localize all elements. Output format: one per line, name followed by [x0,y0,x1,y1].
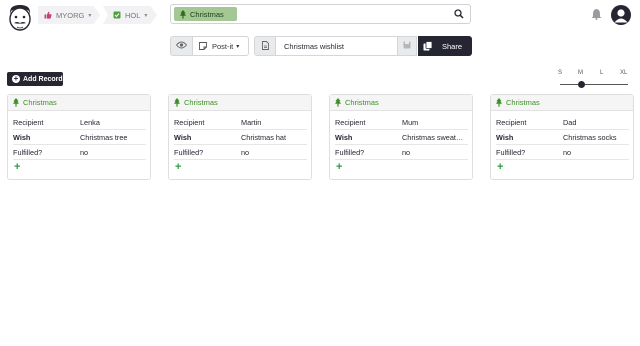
save-icon [403,41,411,51]
size-option-l[interactable]: L [600,70,603,76]
add-record-label: Add Record [23,75,63,83]
share-label: Share [442,41,463,51]
add-record-button[interactable]: + Add Record [7,72,63,86]
tree-icon [496,98,502,107]
size-slider-thumb[interactable] [578,81,585,88]
field-row: Fulfilled? no [174,145,307,160]
size-slider-track[interactable] [560,84,628,85]
size-option-m[interactable]: M [578,70,583,76]
tree-icon [13,98,19,107]
field-label: Wish [13,132,31,142]
field-label: Recipient [335,117,366,127]
field-row: Fulfilled? no [496,145,629,160]
logo[interactable] [5,2,35,34]
search-icon[interactable] [454,9,464,21]
postit-icon [199,42,207,50]
widget-type-select[interactable]: Post-it ▾ [193,36,249,56]
eye-icon [175,41,188,51]
breadcrumb-org[interactable]: MYORG ▾ [38,6,100,24]
field-row: Fulfilled? no [13,145,146,160]
plus-icon[interactable]: + [497,162,503,173]
field-row: Recipient Dad [496,115,629,130]
widget-type-label: Post-it [212,41,234,51]
field-row: Wish Christmas tree [13,130,146,145]
field-label: Fulfilled? [174,147,204,157]
field-label: Recipient [174,117,205,127]
check-doc-icon [113,11,121,19]
record-card[interactable]: Christmas Recipient Dad Wish Christmas soc… [490,94,634,180]
field-label: Wish [174,132,192,142]
share-button[interactable]: Share [418,36,472,56]
user-icon [614,9,628,23]
field-value[interactable]: no [402,148,410,157]
field-value[interactable]: Lenka [80,118,100,127]
field-label: Wish [335,132,353,142]
field-row: Wish Christmas sweat… [335,130,468,145]
field-value[interactable]: Christmas socks [563,133,617,142]
field-row: Wish Christmas socks [496,130,629,145]
search-tag-label: Christmas [190,9,224,19]
field-label: Fulfilled? [496,147,526,157]
field-value[interactable]: Christmas tree [80,133,127,142]
chevron-down-icon: ▾ [88,12,92,19]
tree-icon [180,9,186,19]
card-title: Christmas [506,98,540,107]
field-row: Recipient Mum [335,115,468,130]
file-icon [261,40,269,52]
plus-icon[interactable]: + [175,162,181,173]
copy-icon [423,41,433,51]
plus-icon[interactable]: + [336,162,342,173]
tree-icon [335,98,341,107]
field-value[interactable]: no [241,148,249,157]
record-card[interactable]: Christmas Recipient Lenka Wish Christmas t… [7,94,151,180]
breadcrumb-doc[interactable]: HOL ▾ [103,6,157,24]
save-button[interactable] [398,36,417,56]
field-value[interactable]: Christmas sweat… [402,133,463,142]
size-option-s[interactable]: S [558,70,562,76]
field-label: Recipient [13,117,44,127]
field-value[interactable]: Martin [241,118,261,127]
plus-icon[interactable]: + [14,162,20,173]
field-row: Recipient Martin [174,115,307,130]
field-value[interactable]: no [563,148,571,157]
card-header: Christmas [169,95,311,111]
field-row: Recipient Lenka [13,115,146,130]
size-option-xl[interactable]: XL [620,70,627,76]
card-title: Christmas [23,98,57,107]
search-tag[interactable]: Christmas [174,7,237,21]
document-name-field[interactable]: Christmas wishlist [276,36,398,56]
chevron-down-icon: ▾ [144,12,148,19]
card-header: Christmas [491,95,633,111]
record-card[interactable]: Christmas Recipient Mum Wish Christmas swe… [329,94,473,180]
tree-icon [174,98,180,107]
chevron-down-icon: ▾ [236,43,240,50]
logo-face-icon [9,5,31,31]
breadcrumb-org-label: MYORG [56,10,85,20]
search-bar[interactable]: Christmas [170,4,471,24]
field-label: Fulfilled? [13,147,43,157]
card-title: Christmas [345,98,379,107]
bell-icon[interactable] [591,8,602,22]
view-toggle-button[interactable] [170,36,193,56]
field-label: Recipient [496,117,527,127]
document-icon-button [254,36,276,56]
record-card[interactable]: Christmas Recipient Martin Wish Christmas … [168,94,312,180]
field-value[interactable]: Dad [563,118,576,127]
avatar[interactable] [611,5,631,25]
card-title: Christmas [184,98,218,107]
breadcrumb-doc-label: HOL [125,10,141,20]
plus-circle-icon: + [12,74,20,83]
thumbs-up-icon [44,11,52,19]
field-row: Wish Christmas hat [174,130,307,145]
field-row: Fulfilled? no [335,145,468,160]
field-value[interactable]: Christmas hat [241,133,286,142]
card-header: Christmas [330,95,472,111]
field-value[interactable]: no [80,148,88,157]
field-label: Wish [496,132,514,142]
field-label: Fulfilled? [335,147,365,157]
card-header: Christmas [8,95,150,111]
field-value[interactable]: Mum [402,118,418,127]
